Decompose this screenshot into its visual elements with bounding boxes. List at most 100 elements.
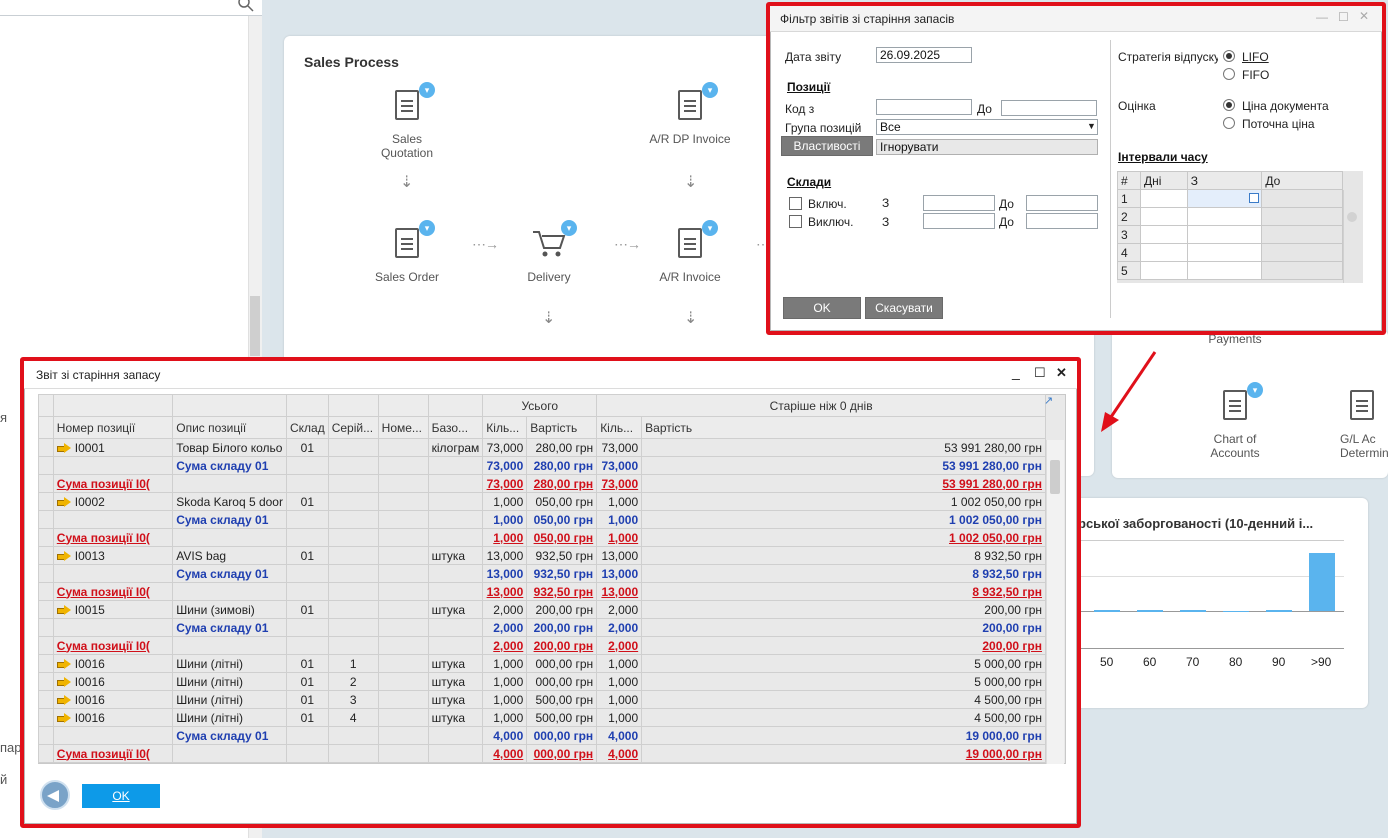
table-row[interactable]: Сума позиції I0(13,000 932,50 грн 13,000 8 … (38, 582, 1046, 601)
from-cell[interactable] (1186, 189, 1263, 208)
exclude-checkbox[interactable] (789, 215, 802, 228)
properties-field[interactable]: Ігнорувати (876, 139, 1098, 155)
row-selector[interactable] (38, 564, 54, 583)
row-selector[interactable] (38, 618, 54, 637)
row-selector[interactable] (38, 456, 54, 475)
chart-bar[interactable] (1309, 553, 1335, 611)
chart-bar[interactable] (1223, 611, 1249, 612)
link-arrow-icon[interactable] (56, 443, 71, 454)
document-price-radio[interactable] (1223, 99, 1235, 111)
days-cell[interactable] (1139, 207, 1188, 226)
row-selector[interactable] (38, 708, 54, 727)
table-row[interactable]: Сума складу 01 4,000 000,00 грн 4,000 19 000… (38, 726, 1046, 745)
report-table[interactable]: Усього Старіше ніж 0 днів Номер позиції … (38, 394, 1046, 763)
code-from-field[interactable] (876, 99, 972, 115)
include-from-field[interactable] (923, 195, 995, 211)
row-selector[interactable] (38, 600, 54, 619)
dropdown-badge-icon[interactable]: ▾ (702, 82, 718, 98)
row-selector[interactable] (38, 510, 54, 529)
link-arrow-icon[interactable] (56, 497, 71, 508)
sidebar-scroll-thumb[interactable] (250, 296, 260, 356)
from-cell[interactable] (1186, 243, 1263, 262)
table-row[interactable]: Сума складу 01 2,000 200,00 грн 2,000 200,00… (38, 618, 1046, 637)
table-row[interactable]: Сума складу 01 1,000 050,00 грн 1,000 1 002 … (38, 510, 1046, 529)
table-row[interactable]: Сума позиції I0(73,000 280,00 грн 73,000 53… (38, 474, 1046, 493)
table-row[interactable]: I0016 Шини (літні) 01 4 штука 1,000 500,00 грн… (38, 708, 1046, 727)
calendar-icon[interactable] (1249, 193, 1260, 203)
row-selector[interactable] (38, 528, 54, 547)
chart-of-accounts-node[interactable]: ▾ Chart of Accounts (1180, 382, 1290, 460)
days-cell[interactable] (1139, 225, 1188, 244)
report-ok-button[interactable]: OK (82, 784, 160, 808)
column-header[interactable]: Склад (285, 416, 329, 439)
scroll-thumb[interactable] (1347, 212, 1357, 222)
dropdown-badge-icon[interactable]: ▾ (561, 220, 577, 236)
current-price-radio[interactable] (1223, 117, 1235, 129)
sales-order-node[interactable]: ▾ Sales Order (352, 220, 462, 284)
item-group-select[interactable]: Все (876, 119, 1098, 135)
report-titlebar[interactable] (24, 361, 1077, 389)
row-selector[interactable] (38, 672, 54, 691)
chart-bar[interactable] (1266, 610, 1292, 612)
table-row[interactable]: I0001 Товар Білого кольо 01 кілограм 73,000 2… (38, 438, 1046, 457)
row-selector[interactable] (38, 726, 54, 745)
table-row[interactable]: Сума позиції I0(1,000 050,00 грн 1,000 1 00… (38, 528, 1046, 547)
sidebar-fragment[interactable]: й (0, 772, 7, 787)
column-header[interactable]: Номер позиції (52, 416, 174, 439)
column-header[interactable]: Номе... (377, 416, 429, 439)
ok-button[interactable]: OK (783, 297, 861, 319)
from-cell[interactable] (1186, 261, 1263, 280)
row-selector[interactable] (38, 474, 54, 493)
from-cell[interactable] (1186, 207, 1263, 226)
report-grid[interactable]: Усього Старіше ніж 0 днів Номер позиції … (38, 394, 1046, 764)
gl-account-determination-node[interactable]: G/L Ac Determin (1340, 386, 1388, 460)
maximize-icon[interactable]: ☐ (1338, 10, 1349, 24)
cancel-button[interactable]: Скасувати (865, 297, 943, 319)
dropdown-badge-icon[interactable]: ▾ (419, 220, 435, 236)
column-header[interactable]: Вартість (641, 416, 1046, 439)
table-row[interactable]: Сума позиції I0(4,000 000,00 грн 4,000 19 0… (38, 744, 1046, 763)
minimize-icon[interactable]: — (1316, 10, 1328, 24)
lifo-radio[interactable] (1223, 50, 1235, 62)
days-cell[interactable] (1139, 243, 1188, 262)
table-row[interactable]: Сума позиції I0(2,000 200,00 грн 2,000 200,… (38, 636, 1046, 655)
include-checkbox[interactable] (789, 197, 802, 210)
sidebar-fragment[interactable]: я (0, 410, 7, 425)
maximize-icon[interactable]: ☐ (1034, 365, 1046, 381)
link-arrow-icon[interactable] (56, 713, 71, 724)
fifo-radio[interactable] (1223, 68, 1235, 80)
row-selector[interactable] (38, 546, 54, 565)
dropdown-badge-icon[interactable]: ▾ (1247, 382, 1263, 398)
from-cell[interactable] (1186, 225, 1263, 244)
exclude-from-field[interactable] (923, 213, 995, 229)
code-to-field[interactable] (1001, 100, 1097, 116)
ar-dp-invoice-node[interactable]: ▾ A/R DP Invoice (635, 82, 745, 146)
table-row[interactable]: I0016 Шини (літні) 01 1 штука 1,000 000,00 грн… (38, 654, 1046, 673)
table-row[interactable]: I0002 Skoda Karoq 5 door 01 1,000 050,00 грн… (38, 492, 1046, 511)
search-icon[interactable] (238, 0, 254, 12)
table-row[interactable]: I0016 Шини (літні) 01 2 штука 1,000 000,00 грн… (38, 672, 1046, 691)
dropdown-badge-icon[interactable]: ▾ (702, 220, 718, 236)
link-arrow-icon[interactable] (56, 677, 71, 688)
report-date-field[interactable]: 26.09.2025 (876, 47, 972, 63)
column-header[interactable]: Кіль... (596, 416, 643, 439)
sidebar-search-field[interactable] (0, 0, 262, 16)
sales-quotation-node[interactable]: ▾ Sales Quotation (352, 82, 462, 160)
intervals-grid[interactable]: # Дні З До 1 2 3 4 5 (1117, 171, 1343, 280)
link-arrow-icon[interactable] (56, 605, 71, 616)
sidebar-fragment[interactable]: пар (0, 740, 22, 755)
ar-invoice-node[interactable]: ▾ A/R Invoice (635, 220, 745, 284)
delivery-node[interactable]: ▾ Delivery (494, 220, 604, 284)
row-selector[interactable] (38, 690, 54, 709)
column-header[interactable]: Кіль... (482, 416, 528, 439)
properties-button[interactable]: Властивості (781, 136, 873, 156)
column-header[interactable]: Вартість (526, 416, 598, 439)
minimize-icon[interactable]: _ (1012, 364, 1020, 380)
dropdown-badge-icon[interactable]: ▾ (419, 82, 435, 98)
chart-bar[interactable] (1180, 610, 1206, 612)
intervals-scrollbar[interactable] (1343, 190, 1363, 283)
table-row[interactable]: I0016 Шини (літні) 01 3 штука 1,000 500,00 грн… (38, 690, 1046, 709)
table-row[interactable]: Сума складу 01 13,000 932,50 грн 13,000 8 93… (38, 564, 1046, 583)
column-header[interactable]: Серій... (327, 416, 379, 439)
column-header[interactable]: Опис позиції (172, 416, 287, 439)
